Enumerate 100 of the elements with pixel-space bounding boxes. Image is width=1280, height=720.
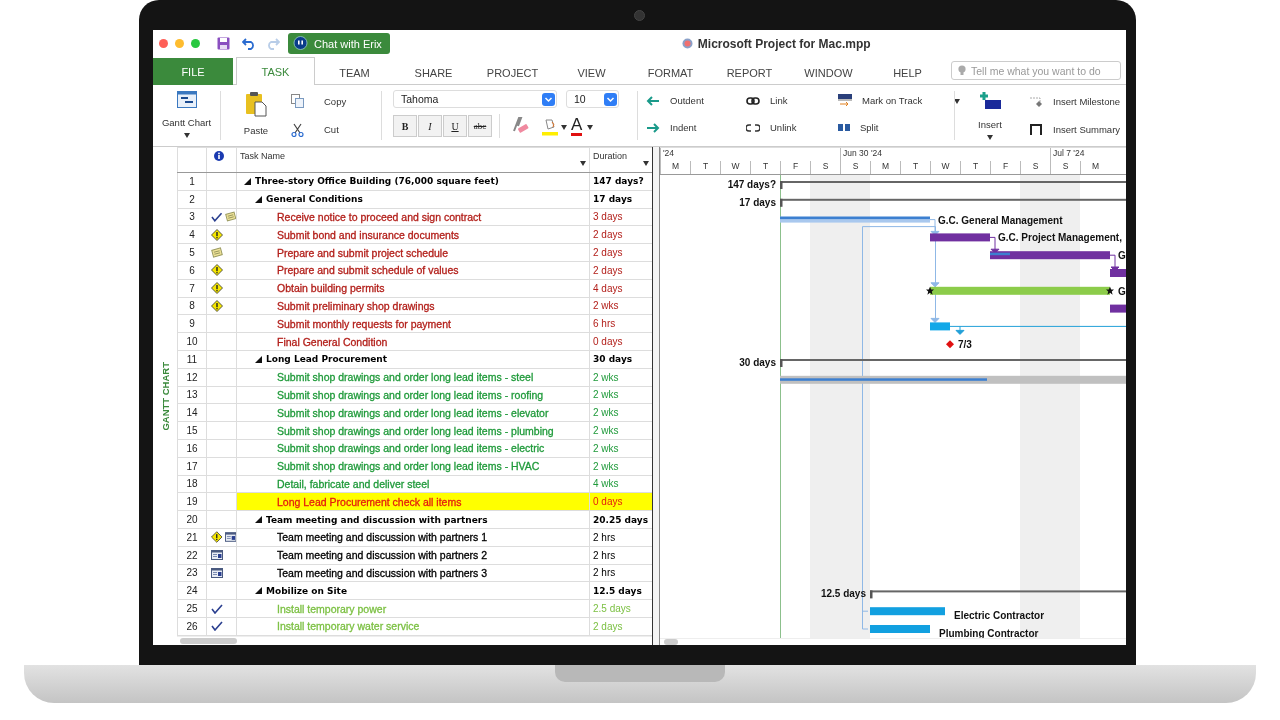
duration-cell: 0 days bbox=[589, 493, 652, 512]
ribbon-tab[interactable]: TEAM bbox=[315, 59, 394, 85]
close-button[interactable] bbox=[159, 39, 168, 48]
dropdown-caret-icon bbox=[587, 124, 594, 130]
gantt-view-icon bbox=[176, 91, 197, 108]
ribbon-tab[interactable]: WINDOW bbox=[789, 59, 868, 85]
indent-button[interactable]: Indent bbox=[646, 116, 746, 139]
dropdown-icon bbox=[542, 92, 555, 106]
cut-button[interactable]: Cut bbox=[291, 118, 347, 141]
collapse-triangle-icon[interactable] bbox=[255, 516, 262, 524]
format-button[interactable]: abc bbox=[468, 115, 492, 137]
calendar-icon bbox=[211, 550, 223, 561]
task-name: Mobilize on Site bbox=[266, 585, 347, 596]
link-icon bbox=[746, 96, 760, 105]
task-bar bbox=[1110, 269, 1126, 277]
task-name: Receive notice to proceed and sign contract bbox=[277, 211, 482, 223]
chat-button[interactable]: Chat with Erix bbox=[288, 33, 390, 54]
row-number: 9 bbox=[177, 315, 206, 334]
paste-button[interactable]: Paste bbox=[221, 85, 291, 146]
save-icon[interactable] bbox=[217, 37, 230, 50]
row-number: 25 bbox=[177, 600, 206, 618]
ribbon-tab[interactable]: TASK bbox=[236, 57, 315, 85]
day-label: F bbox=[780, 161, 810, 174]
task-name: Team meeting and discussion with partners 1 bbox=[277, 531, 488, 544]
star-icon bbox=[926, 286, 934, 295]
task-name: Prepare and submit project schedule bbox=[277, 246, 448, 259]
task-name: Submit shop drawings and order long lead items - steel bbox=[277, 371, 534, 384]
row-number: 15 bbox=[177, 422, 206, 440]
search-field[interactable]: Tell me what you want to do bbox=[951, 61, 1121, 80]
ribbon-tab[interactable]: REPORT bbox=[710, 59, 789, 85]
gantt-chart-button[interactable]: Gantt Chart bbox=[153, 85, 220, 138]
format-button[interactable]: B bbox=[393, 115, 417, 137]
ribbon-tab[interactable]: PROJECT bbox=[473, 59, 552, 85]
task-bar bbox=[870, 625, 930, 633]
format-button[interactable]: U bbox=[443, 115, 467, 137]
collapse-triangle-icon[interactable] bbox=[255, 355, 262, 363]
row-number: 3 bbox=[177, 208, 206, 227]
ribbon-tab[interactable]: VIEW bbox=[552, 59, 631, 85]
scrollbar-thumb[interactable] bbox=[180, 637, 237, 644]
bar-label: G.C. Project Management, bbox=[998, 232, 1122, 244]
unlink-button[interactable]: Unlink bbox=[746, 116, 838, 139]
row-number: 26 bbox=[177, 617, 206, 636]
format-button[interactable]: I bbox=[418, 115, 442, 137]
day-label: S bbox=[810, 161, 840, 174]
font-size-dropdown[interactable]: 10 bbox=[566, 90, 619, 108]
collapse-triangle-icon[interactable] bbox=[255, 195, 262, 203]
link-line bbox=[1109, 254, 1120, 272]
ribbon-tab[interactable]: HELP bbox=[868, 59, 947, 85]
font-dropdown[interactable]: Tahoma bbox=[393, 90, 557, 108]
sort-caret-icon bbox=[643, 161, 649, 166]
eraser-icon[interactable] bbox=[510, 117, 530, 135]
link-button[interactable]: Link bbox=[746, 89, 838, 112]
row-number: 21 bbox=[177, 528, 206, 547]
task-name: Final General Condition bbox=[277, 335, 388, 348]
ribbon-tab[interactable]: FORMAT bbox=[631, 59, 710, 85]
font-color-button[interactable]: A bbox=[571, 116, 583, 136]
task-bar bbox=[930, 322, 950, 331]
undo-icon[interactable] bbox=[242, 37, 256, 50]
bar-label: 147 days? bbox=[727, 179, 776, 190]
collapse-triangle-icon[interactable] bbox=[255, 587, 262, 595]
insert-milestone-button[interactable]: Insert Milestone bbox=[1029, 90, 1121, 113]
task-name: Submit shop drawings and order long lead items - roofing bbox=[277, 388, 544, 401]
column-header[interactable]: Duration bbox=[593, 151, 628, 161]
caret-icon bbox=[954, 99, 961, 104]
warning-icon bbox=[211, 531, 223, 544]
copy-button[interactable]: Copy bbox=[291, 90, 347, 113]
task-name: Long Lead Procurement check all items bbox=[277, 495, 462, 508]
row-number: 12 bbox=[177, 368, 206, 387]
collapse-triangle-icon[interactable] bbox=[244, 177, 251, 185]
outdent-button[interactable]: Outdent bbox=[646, 89, 746, 112]
ribbon-tab[interactable]: SHARE bbox=[394, 59, 473, 85]
milestone-icon bbox=[1029, 94, 1043, 108]
note-icon bbox=[211, 247, 223, 259]
warning-icon bbox=[211, 282, 223, 295]
bar-label: 7/3 bbox=[958, 339, 972, 351]
app-icon bbox=[681, 38, 693, 49]
fill-color-icon[interactable] bbox=[542, 116, 558, 136]
task-name: Install temporary power bbox=[277, 602, 387, 615]
dropdown-icon bbox=[604, 92, 617, 106]
scissors-icon bbox=[291, 122, 304, 137]
bar-label: 17 days bbox=[739, 196, 776, 208]
insert-summary-button[interactable]: Insert Summary bbox=[1029, 118, 1121, 141]
day-label: W bbox=[930, 161, 960, 174]
row-number: 7 bbox=[177, 279, 206, 298]
link-line bbox=[989, 236, 1000, 254]
row-number: 20 bbox=[177, 511, 206, 529]
chat-bubble-icon bbox=[293, 36, 308, 51]
column-header[interactable]: Task Name bbox=[240, 151, 285, 161]
splitter[interactable] bbox=[652, 147, 660, 645]
scrollbar-thumb[interactable] bbox=[664, 639, 678, 645]
insert-task-icon bbox=[978, 91, 1002, 111]
task-name: Submit shop drawings and order long lead items - elevator bbox=[277, 406, 549, 419]
task-name: Submit shop drawings and order long lead items - HVAC bbox=[277, 460, 540, 473]
checkmark-icon bbox=[211, 212, 223, 222]
sort-caret-icon bbox=[580, 161, 586, 166]
task-name: Team meeting and discussion with partners bbox=[266, 514, 488, 525]
day-label: T bbox=[960, 161, 990, 174]
row-number: 6 bbox=[177, 262, 206, 280]
ribbon-tab[interactable]: FILE bbox=[153, 58, 233, 85]
week-label: Jul 7 '24 bbox=[1053, 148, 1085, 158]
